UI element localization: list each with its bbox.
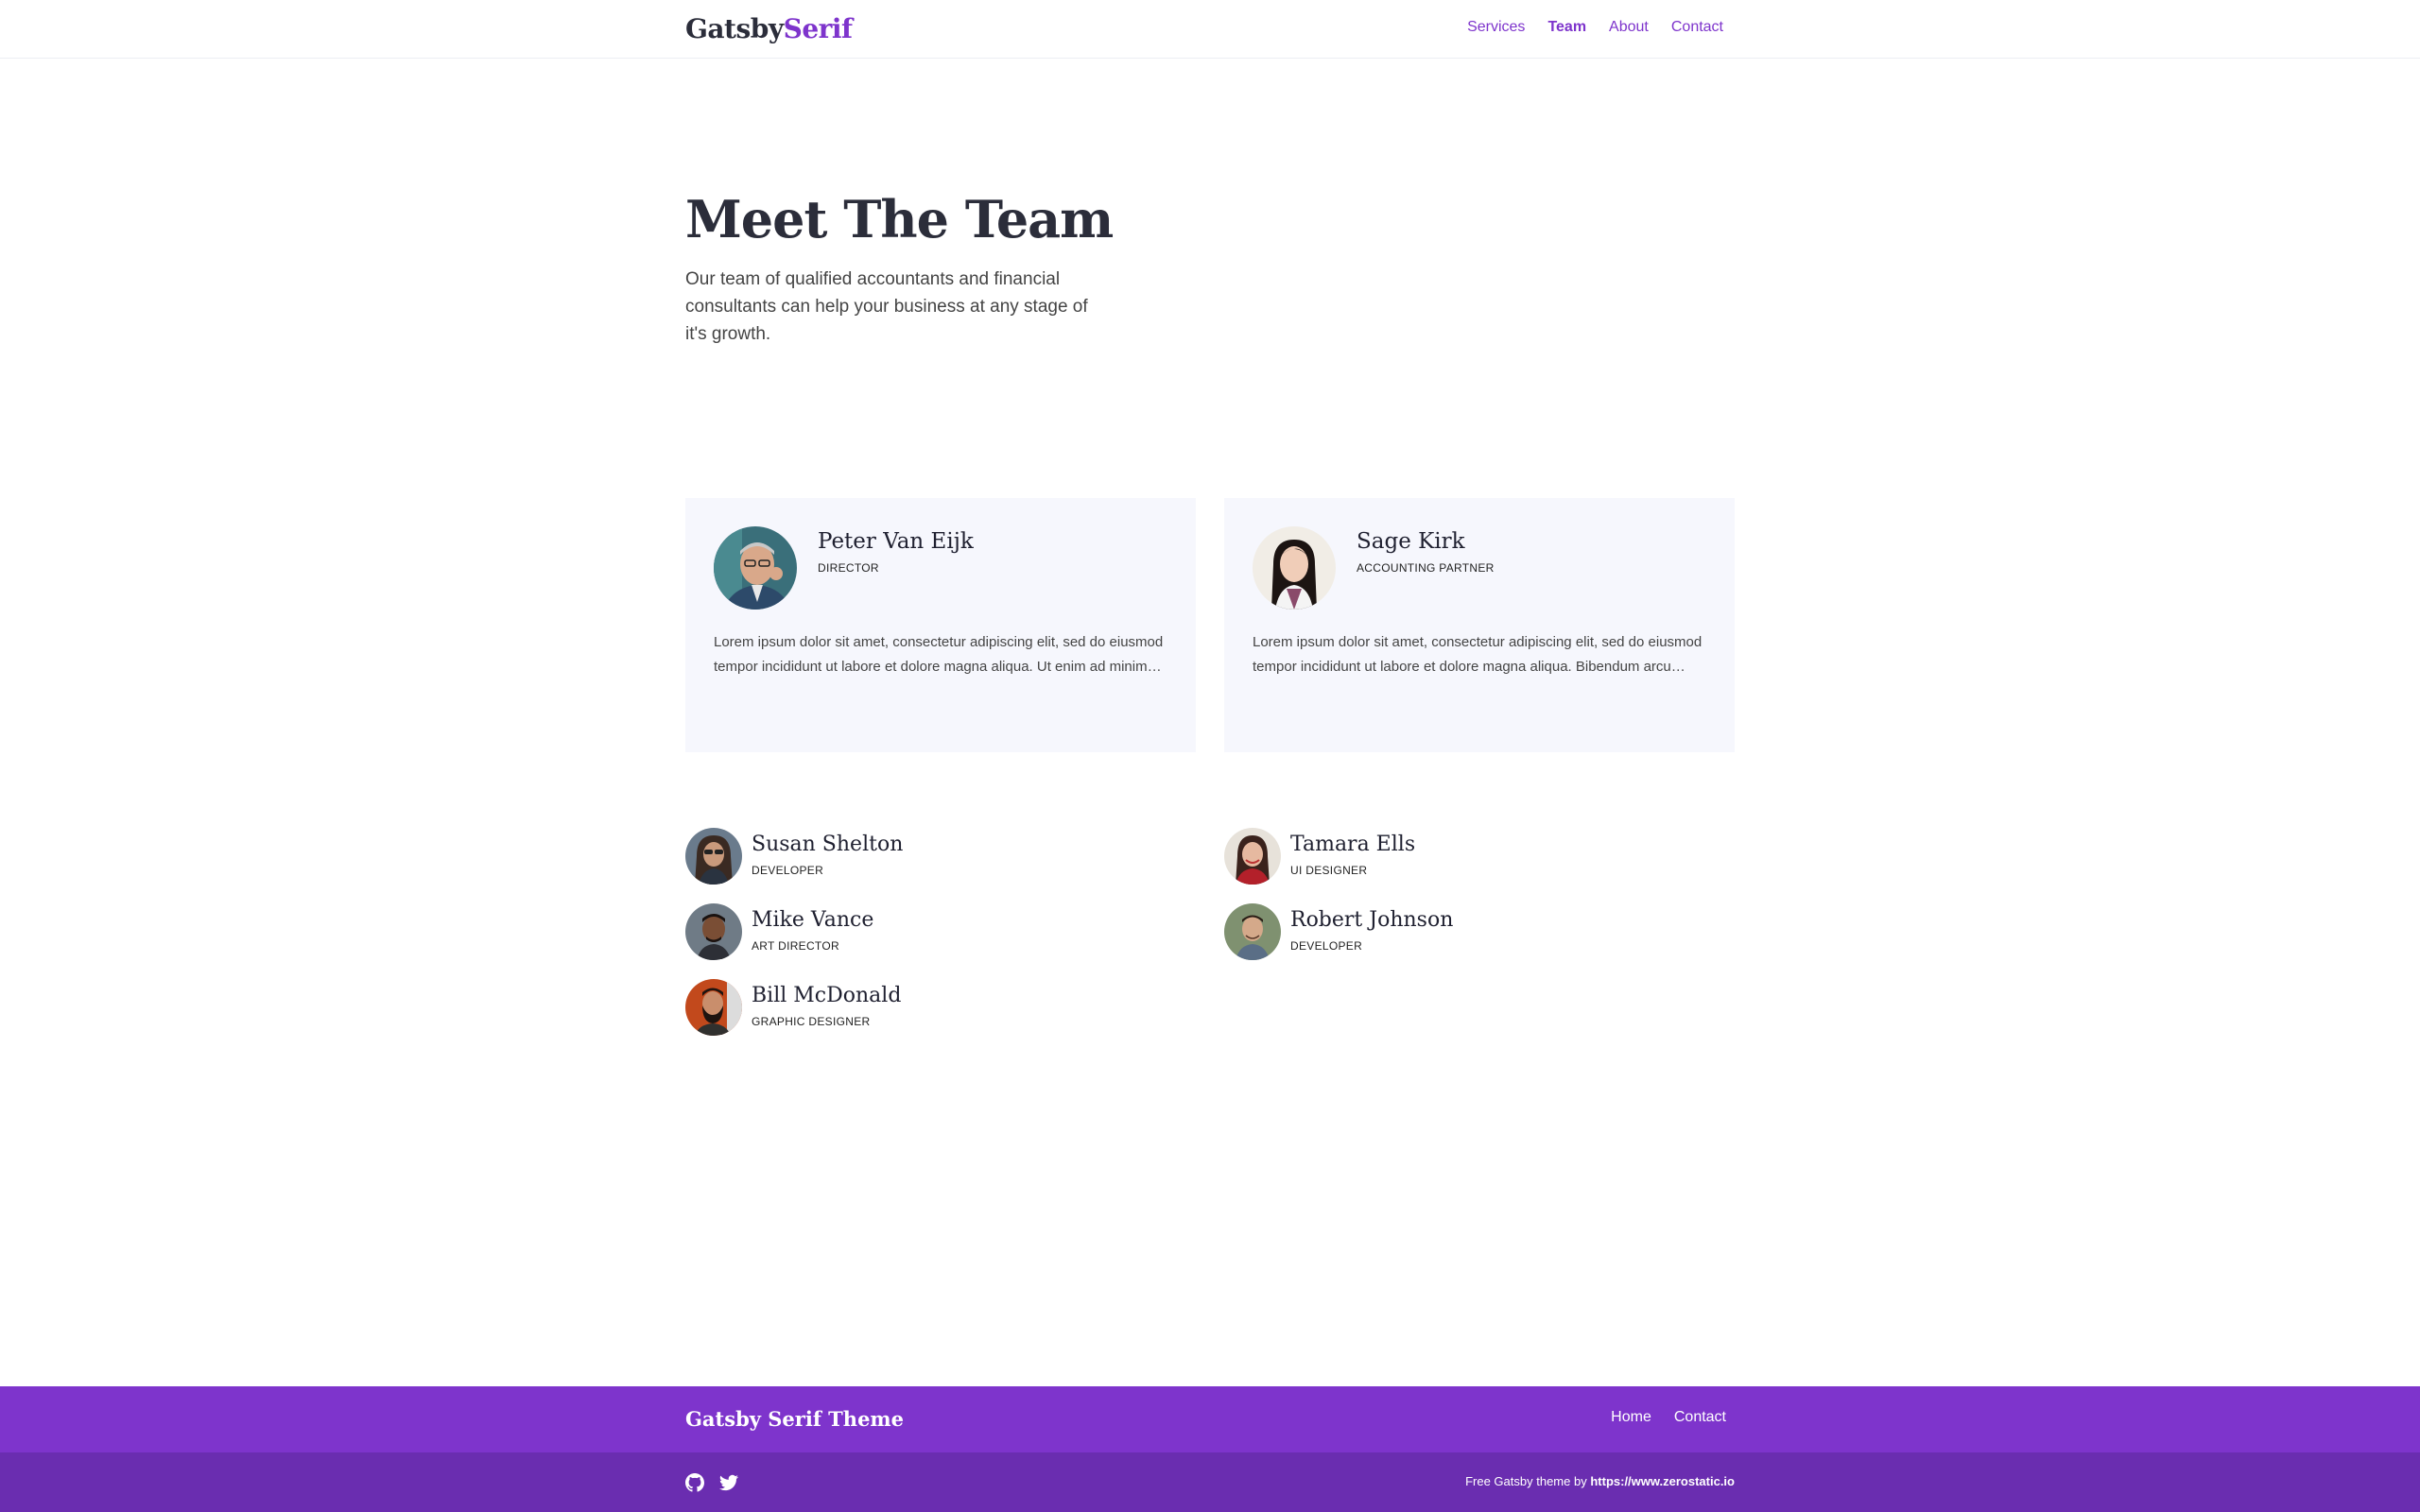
member-name: Susan Shelton (752, 833, 904, 856)
member-role: Developer (752, 864, 824, 877)
member-name: Sage Kirk (1357, 529, 1465, 554)
member-role: Developer (1290, 939, 1363, 953)
member-role: UI Designer (1290, 864, 1368, 877)
site-logo[interactable]: GatsbySerif (685, 13, 853, 44)
team-list-item[interactable]: Mike Vance Art Director (685, 903, 1158, 962)
avatar (685, 903, 742, 960)
twitter-icon[interactable] (719, 1473, 738, 1492)
member-role: Graphic Designer (752, 1015, 871, 1028)
member-name: Peter Van Eijk (818, 529, 974, 554)
github-icon[interactable] (685, 1473, 704, 1492)
member-name: Tamara Ells (1290, 833, 1416, 856)
nav-link-about[interactable]: About (1609, 19, 1649, 36)
footer-main: Gatsby Serif Theme Home Contact (0, 1386, 2420, 1452)
page-title: Meet The Team (685, 189, 1114, 249)
avatar (1253, 526, 1336, 610)
logo-main-text: Gatsby (685, 13, 784, 44)
nav-link-team[interactable]: Team (1547, 19, 1586, 36)
page-description: Our team of qualified accountants and fi… (685, 269, 1088, 344)
team-list-item[interactable]: Tamara Ells UI Designer (1224, 828, 1697, 886)
team-list-item[interactable]: Robert Johnson Developer (1224, 903, 1697, 962)
featured-team-card[interactable]: Peter Van Eijk Director Lorem ipsum dolo… (685, 498, 1196, 752)
member-name: Bill McDonald (752, 984, 902, 1007)
member-bio: Lorem ipsum dolor sit amet, consectetur … (714, 634, 1164, 675)
logo-accent-text: Serif (783, 13, 853, 44)
avatar (685, 828, 742, 885)
nav-link-contact[interactable]: Contact (1671, 19, 1723, 36)
member-name: Mike Vance (752, 908, 874, 932)
avatar (1224, 903, 1281, 960)
team-list-item[interactable]: Bill McDonald Graphic Designer (685, 979, 1158, 1038)
footer-brand[interactable]: Gatsby Serif Theme (685, 1407, 904, 1431)
avatar (1224, 828, 1281, 885)
credit-link[interactable]: https://www.zerostatic.io (1590, 1474, 1735, 1488)
footer-nav: Home Contact (1611, 1409, 1726, 1426)
footer-bottom-bar: Free Gatsby theme by https://www.zerosta… (0, 1452, 2420, 1512)
nav-link-services[interactable]: Services (1467, 19, 1525, 36)
avatar (685, 979, 742, 1036)
credit-text: Free Gatsby theme by (1465, 1474, 1587, 1488)
member-bio: Lorem ipsum dolor sit amet, consectetur … (1253, 634, 1703, 675)
member-role: Art Director (752, 939, 839, 953)
footer-link-home[interactable]: Home (1611, 1409, 1651, 1426)
site-header: GatsbySerif Services Team About Contact (0, 0, 2420, 59)
member-role: Director (818, 561, 879, 575)
avatar (714, 526, 797, 610)
social-links (685, 1473, 738, 1492)
member-name: Robert Johnson (1290, 908, 1454, 932)
featured-team-card[interactable]: Sage Kirk Accounting Partner Lorem ipsum… (1224, 498, 1735, 752)
footer-credit: Free Gatsby theme by https://www.zerosta… (1465, 1474, 1735, 1488)
main-nav: Services Team About Contact (1467, 19, 1723, 36)
member-role: Accounting Partner (1357, 561, 1495, 575)
footer-link-contact[interactable]: Contact (1674, 1409, 1726, 1426)
team-list-item[interactable]: Susan Shelton Developer (685, 828, 1158, 886)
